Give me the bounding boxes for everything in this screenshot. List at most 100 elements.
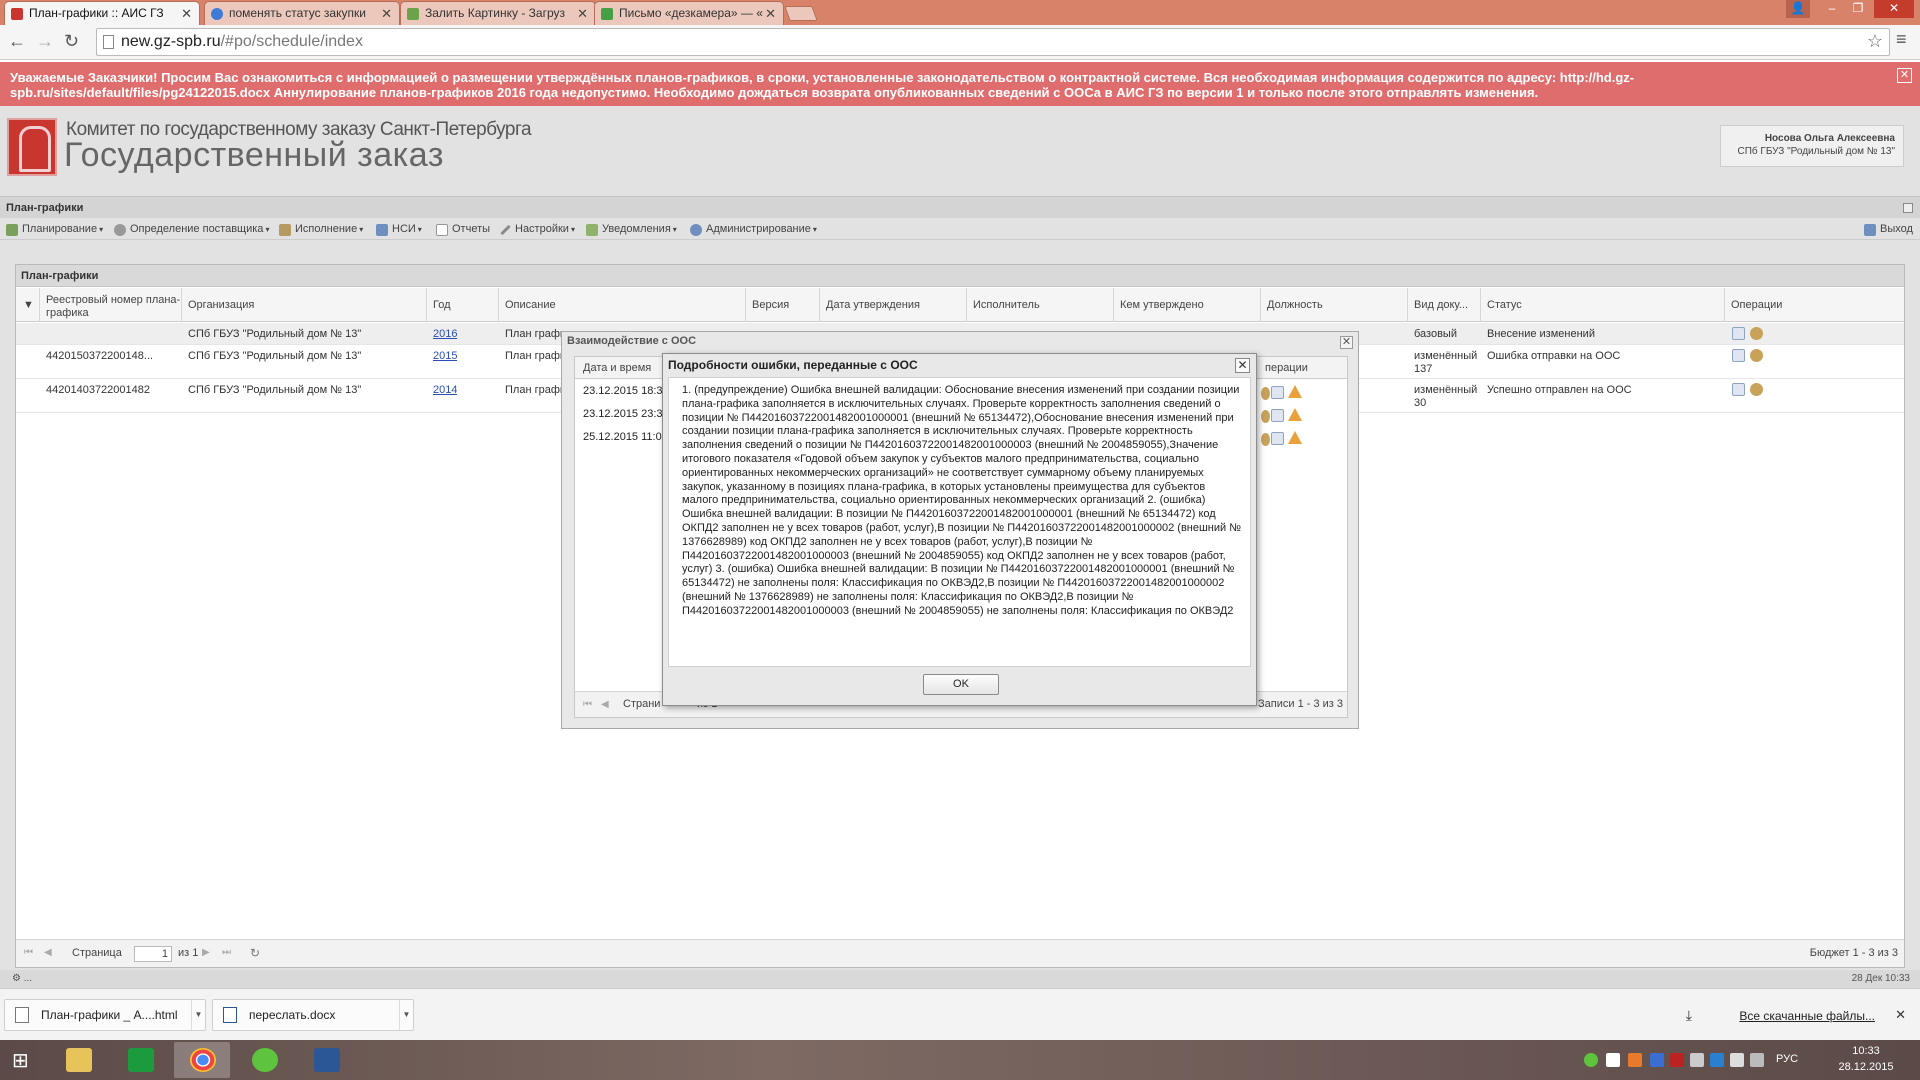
emblem-icon[interactable] xyxy=(1750,349,1763,362)
document-icon[interactable] xyxy=(1732,349,1745,362)
collapse-icon[interactable] xyxy=(1903,203,1913,213)
close-downloads-icon[interactable]: ✕ xyxy=(1895,1007,1906,1023)
flag-icon[interactable] xyxy=(1730,1053,1744,1067)
menu-planning[interactable]: Планирование ▾ xyxy=(6,223,103,236)
taskbar-word[interactable] xyxy=(298,1042,354,1078)
close-tab-icon[interactable]: ✕ xyxy=(181,2,192,25)
col-operations[interactable]: Операции xyxy=(1725,288,1904,322)
taskbar-chrome[interactable] xyxy=(174,1042,230,1078)
menu-execution[interactable]: Исполнение ▾ xyxy=(279,223,363,236)
all-downloads-link[interactable]: Все скачанные файлы... xyxy=(1739,1009,1875,1023)
taskbar-store[interactable] xyxy=(112,1042,168,1078)
close-dialog-icon[interactable]: ✕ xyxy=(1340,336,1353,349)
document-icon[interactable] xyxy=(1732,383,1745,396)
tab-plan-graphics[interactable]: План-графики :: АИС ГЗ ✕ xyxy=(4,1,200,25)
col-position[interactable]: Должность xyxy=(1261,288,1408,322)
col-description[interactable]: Описание xyxy=(499,288,746,322)
clock-date[interactable]: 28.12.2015 xyxy=(1836,1061,1896,1073)
prev-page-icon[interactable]: ◀ xyxy=(601,700,611,710)
emblem-icon[interactable] xyxy=(1261,387,1270,400)
menu-settings[interactable]: Настройки ▾ xyxy=(499,223,575,236)
agent-tray-icon[interactable] xyxy=(1650,1053,1664,1067)
year-link[interactable]: 2014 xyxy=(433,384,457,396)
warning-icon[interactable] xyxy=(1288,431,1302,444)
menu-reports[interactable]: Отчеты xyxy=(436,223,490,236)
bookmark-star-icon[interactable]: ☆ xyxy=(1867,28,1883,54)
ok-button[interactable]: OK xyxy=(923,674,999,695)
back-button[interactable]: ← xyxy=(8,31,26,52)
menu-icon[interactable]: ≡ xyxy=(1896,29,1907,50)
col-reg-number[interactable]: Реестровый номер плана-графика xyxy=(40,288,182,322)
col-approved-by[interactable]: Кем утверждено xyxy=(1114,288,1261,322)
volume-icon[interactable] xyxy=(1690,1053,1704,1067)
minimize-button[interactable]: – xyxy=(1820,0,1844,18)
document-icon[interactable] xyxy=(1271,409,1284,422)
forward-button[interactable]: → xyxy=(36,31,54,52)
maximize-button[interactable]: ❐ xyxy=(1846,0,1870,18)
tab-change-status[interactable]: поменять статус закупки ✕ xyxy=(204,1,400,25)
new-tab-button[interactable] xyxy=(784,6,818,21)
interaction-row-3[interactable]: 25.12.2015 11:0 xyxy=(583,431,662,443)
first-page-icon[interactable]: ⏮ xyxy=(583,700,593,710)
address-bar[interactable]: new.gz-spb.ru/#po/schedule/index ☆ xyxy=(96,28,1890,56)
col-doc-kind[interactable]: Вид доку... xyxy=(1408,288,1481,322)
document-icon[interactable] xyxy=(1271,386,1284,399)
close-tab-icon[interactable]: ✕ xyxy=(577,2,588,25)
icq-tray-icon[interactable] xyxy=(1584,1053,1598,1067)
filter-icon[interactable]: ▼ xyxy=(16,288,40,322)
emblem-icon[interactable] xyxy=(1261,433,1270,446)
close-tab-icon[interactable]: ✕ xyxy=(381,2,392,25)
interaction-row-1[interactable]: 23.12.2015 18:3 xyxy=(583,385,663,397)
year-link[interactable]: 2016 xyxy=(433,328,457,340)
col-datetime[interactable]: Дата и время xyxy=(583,357,651,379)
menu-notifications[interactable]: Уведомления ▾ xyxy=(586,223,677,236)
update-tray-icon[interactable] xyxy=(1628,1053,1642,1067)
chevron-down-icon[interactable]: ▼ xyxy=(191,1000,205,1030)
close-notice-icon[interactable]: ✕ xyxy=(1897,68,1912,83)
document-icon[interactable] xyxy=(1271,432,1284,445)
page-input[interactable]: 1 xyxy=(134,946,172,962)
download-item-docx[interactable]: переслать.docx ▼ xyxy=(212,999,414,1031)
tab-upload-image[interactable]: Залить Картинку - Загруз ✕ xyxy=(400,1,596,25)
col-organization[interactable]: Организация xyxy=(182,288,427,322)
first-page-icon[interactable]: ⏮ xyxy=(24,948,34,958)
col-executor[interactable]: Исполнитель xyxy=(967,288,1114,322)
window-close-button[interactable]: ✕ xyxy=(1874,0,1914,18)
start-button[interactable]: ⊞ xyxy=(0,1042,44,1078)
monitor-icon[interactable] xyxy=(1750,1053,1764,1067)
next-page-icon[interactable]: ▶ xyxy=(202,948,212,958)
chevron-down-icon[interactable]: ▼ xyxy=(399,1000,413,1030)
menu-admin[interactable]: Администрирование ▾ xyxy=(690,223,817,236)
logout-button[interactable]: Выход xyxy=(1864,223,1913,236)
col-year[interactable]: Год xyxy=(427,288,499,322)
taskbar-icq[interactable] xyxy=(236,1042,292,1078)
col-operations[interactable]: перации xyxy=(1265,357,1308,379)
emblem-icon[interactable] xyxy=(1750,327,1763,340)
last-page-icon[interactable]: ⏭ xyxy=(222,948,232,958)
menu-nsi[interactable]: НСИ ▾ xyxy=(376,223,422,236)
warning-icon[interactable] xyxy=(1288,385,1302,398)
language-indicator[interactable]: РУС xyxy=(1776,1053,1798,1065)
prev-page-icon[interactable]: ◀ xyxy=(44,948,54,958)
document-icon[interactable] xyxy=(1732,327,1745,340)
clock-time[interactable]: 10:33 xyxy=(1842,1045,1890,1057)
year-link[interactable]: 2015 xyxy=(433,350,457,362)
download-item-html[interactable]: План-графики _ A....html ▼ xyxy=(4,999,206,1031)
reload-button[interactable]: ↻ xyxy=(64,31,79,52)
emblem-icon[interactable] xyxy=(1261,410,1270,423)
close-tab-icon[interactable]: ✕ xyxy=(765,2,776,25)
taskbar-explorer[interactable] xyxy=(50,1042,106,1078)
emblem-icon[interactable] xyxy=(1750,383,1763,396)
antivirus-tray-icon[interactable] xyxy=(1670,1053,1684,1067)
col-approval-date[interactable]: Дата утверждения xyxy=(820,288,967,322)
interaction-row-2[interactable]: 23.12.2015 23:3 xyxy=(583,408,663,420)
refresh-icon[interactable]: ↻ xyxy=(250,947,260,959)
user-profile-icon[interactable]: 👤 xyxy=(1786,0,1810,18)
close-dialog-icon[interactable]: ✕ xyxy=(1235,358,1250,373)
col-status[interactable]: Статус xyxy=(1481,288,1725,322)
windows-tray-icon[interactable] xyxy=(1606,1053,1620,1067)
network-tray-icon[interactable] xyxy=(1710,1053,1724,1067)
user-info[interactable]: Носова Ольга Алексеевна СПб ГБУЗ "Родиль… xyxy=(1720,125,1904,167)
menu-supplier[interactable]: Определение поставщика ▾ xyxy=(114,223,269,236)
col-version[interactable]: Версия xyxy=(746,288,820,322)
